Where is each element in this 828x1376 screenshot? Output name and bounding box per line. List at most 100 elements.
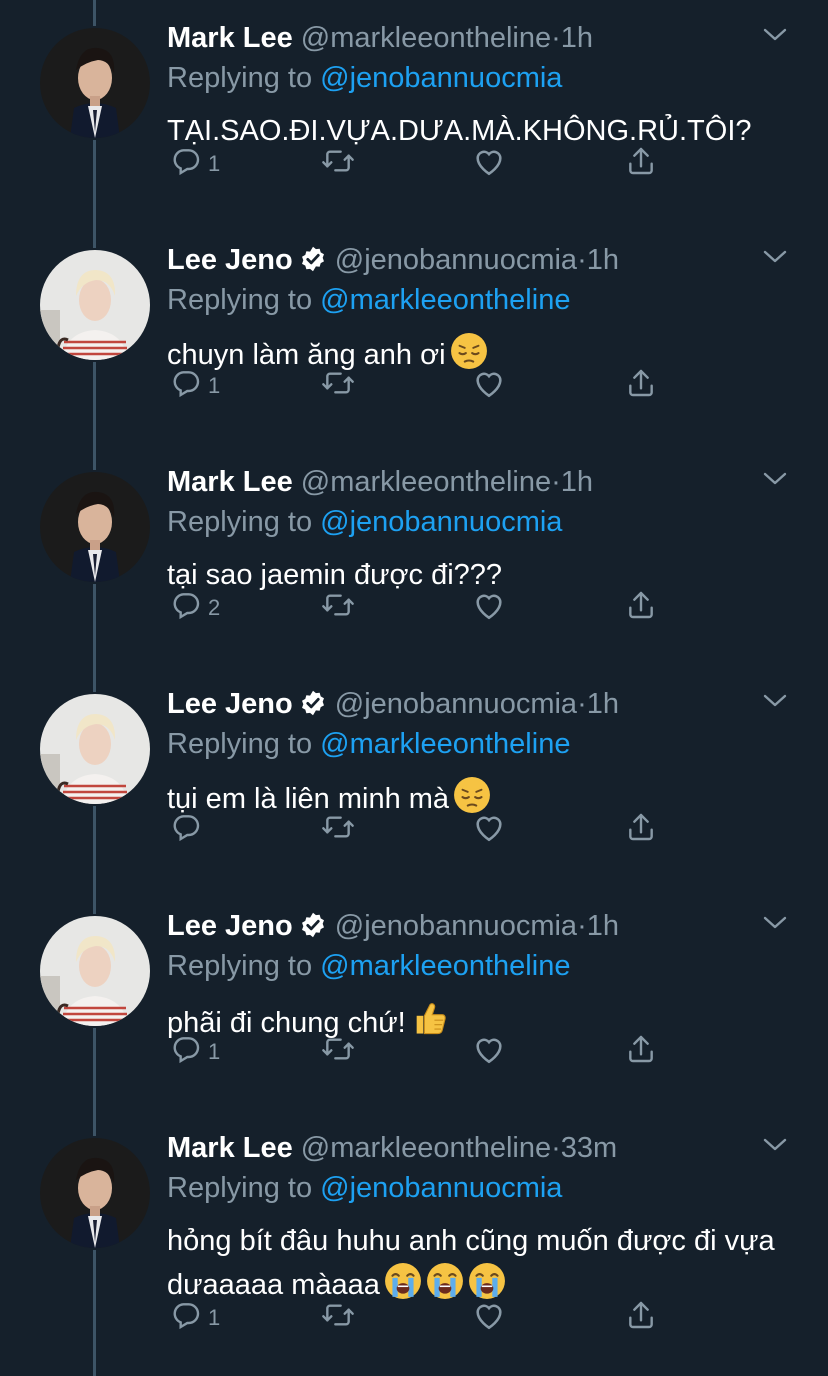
tweet-actions: 1 (170, 1300, 670, 1340)
retweet-button[interactable] (320, 1034, 356, 1070)
reply-icon (170, 145, 202, 183)
display-name[interactable]: Lee Jeno (167, 244, 293, 276)
avatar[interactable] (40, 694, 150, 804)
tweet-header: Lee Jeno @jenobannuocmia·1h (167, 688, 619, 728)
replying-to-handle[interactable]: @markleeontheline (320, 284, 570, 316)
share-icon (625, 145, 657, 183)
reply-button[interactable]: 2 (170, 590, 220, 626)
tweet-header: Mark Lee @markleeontheline·1h (167, 22, 593, 62)
heart-icon (472, 1299, 506, 1337)
heart-icon (472, 1033, 506, 1071)
reply-button[interactable]: 1 (170, 146, 220, 182)
replying-to-handle[interactable]: @jenobannuocmia (320, 1172, 562, 1204)
replying-to: Replying to @markleeontheline (167, 284, 570, 317)
timestamp[interactable]: 1h (587, 688, 619, 720)
retweet-button[interactable] (320, 146, 356, 182)
thread-line (93, 140, 96, 222)
tweet[interactable]: Mark Lee @markleeontheline·1h Replying to… (0, 0, 828, 222)
chevron-down-icon[interactable] (762, 26, 788, 47)
share-icon (625, 811, 657, 849)
reply-button[interactable]: 1 (170, 1034, 220, 1070)
replying-prefix: Replying to (167, 506, 313, 538)
reply-button[interactable] (170, 812, 208, 848)
avatar-image-mark (40, 1138, 150, 1248)
display-name[interactable]: Mark Lee (167, 22, 293, 54)
tweet[interactable]: Mark Lee @markleeontheline·1h Replying to… (0, 444, 828, 666)
retweet-button[interactable] (320, 590, 356, 626)
like-button[interactable] (472, 1034, 506, 1070)
thread-line (93, 584, 96, 666)
chevron-down-icon[interactable] (762, 1136, 788, 1157)
tweet[interactable]: Lee Jeno @jenobannuocmia·1h Replying to @… (0, 666, 828, 888)
reply-button[interactable]: 1 (170, 1300, 220, 1336)
avatar[interactable] (40, 916, 150, 1026)
thread-line (93, 222, 96, 248)
retweet-icon (320, 589, 356, 627)
reply-icon (170, 1033, 202, 1071)
replying-to-handle[interactable]: @markleeontheline (320, 728, 570, 760)
tweet-actions (170, 812, 670, 852)
retweet-button[interactable] (320, 812, 356, 848)
like-button[interactable] (472, 590, 506, 626)
chevron-down-icon[interactable] (762, 248, 788, 269)
user-handle[interactable]: @markleeontheline (301, 466, 551, 498)
share-button[interactable] (625, 1034, 657, 1070)
replying-to: Replying to @markleeontheline (167, 728, 570, 761)
tweet-actions: 1 (170, 146, 670, 186)
like-button[interactable] (472, 812, 506, 848)
user-handle[interactable]: @jenobannuocmia (335, 244, 577, 276)
user-handle[interactable]: @jenobannuocmia (335, 688, 577, 720)
reply-icon (170, 811, 202, 849)
reply-button[interactable]: 1 (170, 368, 220, 404)
retweet-icon (320, 1299, 356, 1337)
display-name[interactable]: Mark Lee (167, 1132, 293, 1164)
chevron-down-icon[interactable] (762, 914, 788, 935)
chevron-down-icon[interactable] (762, 692, 788, 713)
replying-to-handle[interactable]: @markleeontheline (320, 950, 570, 982)
share-button[interactable] (625, 812, 657, 848)
tweet[interactable]: Lee Jeno @jenobannuocmia·1h Replying to @… (0, 888, 828, 1110)
chevron-down-icon[interactable] (762, 470, 788, 491)
share-icon (625, 1033, 657, 1071)
retweet-button[interactable] (320, 368, 356, 404)
timestamp[interactable]: 1h (587, 244, 619, 276)
timestamp[interactable]: 33m (561, 1132, 617, 1164)
like-button[interactable] (472, 368, 506, 404)
retweet-button[interactable] (320, 1300, 356, 1336)
thread-line (93, 0, 96, 26)
replying-to-handle[interactable]: @jenobannuocmia (320, 62, 562, 94)
share-icon (625, 589, 657, 627)
like-button[interactable] (472, 1300, 506, 1336)
display-name[interactable]: Mark Lee (167, 466, 293, 498)
user-handle[interactable]: @jenobannuocmia (335, 910, 577, 942)
tweet-header: Mark Lee @markleeontheline·1h (167, 466, 593, 506)
share-button[interactable] (625, 590, 657, 626)
replying-to: Replying to @markleeontheline (167, 950, 570, 983)
display-name[interactable]: Lee Jeno (167, 688, 293, 720)
heart-icon (472, 145, 506, 183)
tweet[interactable]: Lee Jeno @jenobannuocmia·1h Replying to @… (0, 222, 828, 444)
tweet-actions: 2 (170, 590, 670, 630)
share-button[interactable] (625, 1300, 657, 1336)
reply-icon (170, 367, 202, 405)
timestamp[interactable]: 1h (561, 466, 593, 498)
thread-line (93, 666, 96, 692)
display-name[interactable]: Lee Jeno (167, 910, 293, 942)
share-button[interactable] (625, 368, 657, 404)
tweet[interactable]: Mark Lee @markleeontheline·33m Replying t… (0, 1110, 828, 1376)
timestamp[interactable]: 1h (561, 22, 593, 54)
heart-icon (472, 367, 506, 405)
avatar[interactable] (40, 1138, 150, 1248)
like-button[interactable] (472, 146, 506, 182)
avatar[interactable] (40, 28, 150, 138)
user-handle[interactable]: @markleeontheline (301, 1132, 551, 1164)
avatar[interactable] (40, 472, 150, 582)
avatar[interactable] (40, 250, 150, 360)
user-handle[interactable]: @markleeontheline (301, 22, 551, 54)
replying-to-handle[interactable]: @jenobannuocmia (320, 506, 562, 538)
share-icon (625, 367, 657, 405)
share-button[interactable] (625, 146, 657, 182)
avatar-image-jeno (40, 916, 150, 1026)
separator-dot: · (577, 688, 587, 720)
timestamp[interactable]: 1h (587, 910, 619, 942)
